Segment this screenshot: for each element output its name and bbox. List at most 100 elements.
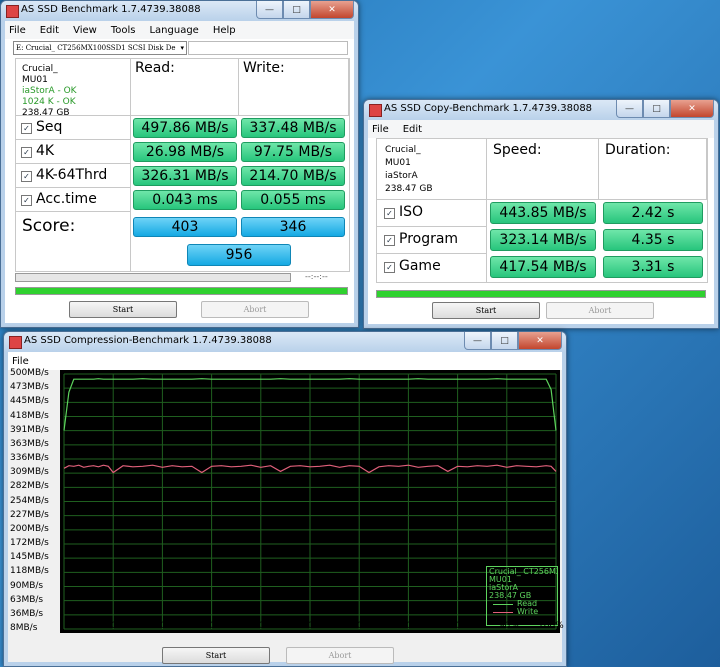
compression-menu-bar: File <box>8 352 562 370</box>
write-header-cell: Write: <box>239 59 349 116</box>
maximize-icon[interactable]: □ <box>491 332 518 350</box>
maximize-icon[interactable]: □ <box>643 100 670 118</box>
iso-label: ISO <box>399 204 424 220</box>
drive-select[interactable]: E: Crucial_ CT256MX100SSD1 SCSI Disk De … <box>13 41 187 55</box>
info-model: Crucial_ <box>22 64 58 74</box>
x-axis-labels: 0% 10% 20% 30% 40% 50% 60% 70% 80% 90% 100% <box>60 621 564 645</box>
y-tick-label: 200MB/s <box>10 523 49 534</box>
minimize-icon[interactable]: — <box>464 332 491 350</box>
app-icon <box>6 5 19 18</box>
y-tick-label: 309MB/s <box>10 467 49 478</box>
legend-write-swatch <box>493 611 513 613</box>
row-program: ✓ Program <box>377 227 487 254</box>
drive-select-value: E: Crucial_ CT256MX100SSD1 SCSI Disk De <box>16 44 176 52</box>
row-game: ✓ Game <box>377 254 487 282</box>
menu-tools[interactable]: Tools <box>111 25 136 36</box>
app-icon <box>9 336 22 349</box>
game-duration-value: 3.31 s <box>603 256 703 278</box>
copy-window-title: AS SSD Copy-Benchmark 1.7.4739.38088 <box>384 103 593 114</box>
score-cell: Score: <box>16 212 131 271</box>
y-axis-labels: 500MB/s 473MB/s 445MB/s 418MB/s 391MB/s 363MB… <box>8 368 60 650</box>
x-tick-label: 50% <box>302 621 323 631</box>
4k-read-value: 26.98 MB/s <box>133 142 237 162</box>
close-icon[interactable]: ✕ <box>518 332 562 350</box>
write-header: Write: <box>243 60 285 76</box>
iso-speed-value: 443.85 MB/s <box>490 202 596 224</box>
read-header-cell: Read: <box>131 59 239 116</box>
acctime-label: Acc.time <box>36 191 97 207</box>
y-tick-label: 63MB/s <box>10 594 44 605</box>
copy-menu-bar: File Edit <box>368 120 714 138</box>
4k64-checkbox[interactable]: ✓ <box>21 171 32 182</box>
compression-window-title: AS SSD Compression-Benchmark 1.7.4739.38… <box>24 335 272 346</box>
duration-header-cell: Duration: <box>599 139 707 200</box>
row-4k: ✓ 4K <box>16 140 131 164</box>
menu-view[interactable]: View <box>73 25 97 36</box>
benchmark-window: AS SSD Benchmark 1.7.4739.38088 — □ ✕ Fi… <box>0 0 359 328</box>
minimize-icon[interactable]: — <box>616 100 643 118</box>
4k64-write-value: 214.70 MB/s <box>241 166 345 186</box>
compression-abort-button[interactable]: Abort <box>286 647 394 664</box>
4k-checkbox[interactable]: ✓ <box>21 147 32 158</box>
x-tick-label: 20% <box>154 621 175 631</box>
start-button[interactable]: Start <box>69 301 177 318</box>
compression-chart <box>63 373 557 630</box>
4k64-read-value: 326.31 MB/s <box>133 166 237 186</box>
acctime-write-value: 0.055 ms <box>241 190 345 210</box>
compression-titlebar[interactable]: AS SSD Compression-Benchmark 1.7.4739.38… <box>4 332 566 352</box>
y-tick-label: 445MB/s <box>10 396 49 407</box>
drive-info-cell: Crucial_ MU01 iaStorA - OK 1024 K - OK 2… <box>16 59 131 118</box>
main-progress-bar <box>15 287 348 295</box>
x-tick-label: 10% <box>105 621 126 631</box>
copy-abort-button[interactable]: Abort <box>546 302 654 319</box>
menu-file[interactable]: File <box>9 25 26 36</box>
iso-duration-value: 2.42 s <box>603 202 703 224</box>
close-icon[interactable]: ✕ <box>310 1 354 19</box>
close-icon[interactable]: ✕ <box>670 100 714 118</box>
y-tick-label: 118MB/s <box>10 566 49 577</box>
copy-menu-file[interactable]: File <box>372 124 389 135</box>
copy-info-driver: iaStorA <box>385 171 418 181</box>
y-tick-label: 254MB/s <box>10 495 49 506</box>
progress-track <box>15 273 291 282</box>
speed-header-cell: Speed: <box>487 139 599 200</box>
acctime-checkbox[interactable]: ✓ <box>21 195 32 206</box>
y-tick-label: 145MB/s <box>10 552 49 563</box>
seq-checkbox[interactable]: ✓ <box>21 123 32 134</box>
menu-language[interactable]: Language <box>149 25 198 36</box>
copy-start-button[interactable]: Start <box>432 302 540 319</box>
score-read: 403 <box>133 217 237 237</box>
compression-client: File 500MB/s 473MB/s 445MB/s 418MB/s 391MB/s… <box>8 352 564 664</box>
menu-help[interactable]: Help <box>213 25 236 36</box>
4k64-label: 4K-64Thrd <box>36 167 108 183</box>
seq-write-value: 337.48 MB/s <box>241 118 345 138</box>
y-tick-label: 172MB/s <box>10 538 49 548</box>
program-label: Program <box>399 231 459 247</box>
copy-info-model: Crucial_ <box>385 145 421 155</box>
compression-start-button[interactable]: Start <box>162 647 270 664</box>
compression-menu-file[interactable]: File <box>12 356 29 367</box>
legend-write-label: Write <box>517 607 539 616</box>
copy-progress-bar <box>376 290 706 298</box>
game-checkbox[interactable]: ✓ <box>384 262 395 273</box>
iso-checkbox[interactable]: ✓ <box>384 208 395 219</box>
copy-info-cell: Crucial_ MU01 iaStorA 238.47 GB <box>377 139 487 200</box>
menu-bar: File Edit View Tools Language Help <box>5 21 354 39</box>
menu-edit[interactable]: Edit <box>40 25 59 36</box>
benchmark-titlebar[interactable]: AS SSD Benchmark 1.7.4739.38088 — □ ✕ <box>1 1 358 21</box>
x-tick-label: 90% <box>498 621 519 631</box>
legend-read-swatch <box>493 603 513 605</box>
program-checkbox[interactable]: ✓ <box>384 235 395 246</box>
drive-path-field[interactable] <box>188 41 348 55</box>
score-write: 346 <box>241 217 345 237</box>
copy-titlebar[interactable]: AS SSD Copy-Benchmark 1.7.4739.38088 — □… <box>364 100 718 120</box>
app-icon <box>369 104 382 117</box>
abort-button[interactable]: Abort <box>201 301 309 318</box>
speed-header: Speed: <box>493 142 542 158</box>
copy-menu-edit[interactable]: Edit <box>403 124 422 135</box>
row-4k64: ✓ 4K-64Thrd <box>16 164 131 188</box>
minimize-icon[interactable]: — <box>256 1 283 19</box>
window-title: AS SSD Benchmark 1.7.4739.38088 <box>21 4 201 15</box>
row-iso: ✓ ISO <box>377 200 487 227</box>
maximize-icon[interactable]: □ <box>283 1 310 19</box>
